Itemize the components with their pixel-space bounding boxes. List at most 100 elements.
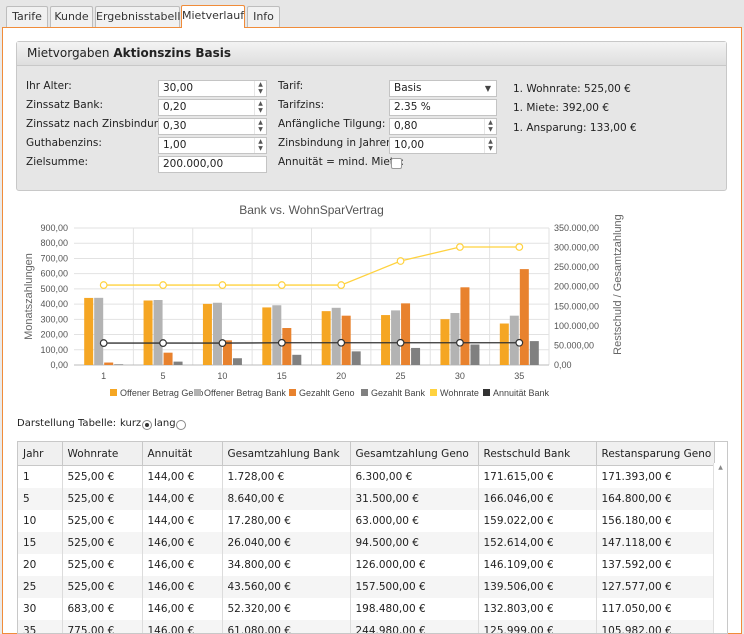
table-scrollbar[interactable]: ▲ (713, 463, 727, 633)
table-cell: 94.500,00 € (350, 532, 479, 554)
table-cell: 125.999,00 € (478, 620, 597, 633)
bar-offener-betrag-geno (499, 323, 509, 365)
table-cell: 144,00 € (142, 465, 223, 488)
y-left-tick-label: 700,00 (40, 253, 68, 263)
alter-stepper[interactable]: ▲ ▼ (254, 81, 266, 96)
zinssatz-bank-field[interactable]: 0,20 ▲ ▼ (158, 99, 267, 116)
table-row: 5 525,00 €144,00 €8.640,00 €31.500,00 €16… (18, 488, 715, 510)
table-cell: 146.109,00 € (478, 554, 597, 576)
table-cell: 156.180,00 € (596, 510, 715, 532)
point-wohnrate (99, 281, 108, 289)
table-cell: 17.280,00 € (222, 510, 351, 532)
header-restschuld-bank[interactable]: Restschuld Bank (478, 442, 597, 466)
bar-gezahlt-bank (114, 364, 124, 365)
bar-offener-betrag-geno (440, 319, 450, 365)
bar-gezahlt-geno (519, 269, 529, 365)
bar-offener-betrag-geno (381, 315, 391, 365)
tarifzins-field[interactable]: 2.35 % (389, 99, 497, 116)
table-cell: 126.000,00 € (350, 554, 479, 576)
tab-kunde[interactable]: Kunde (50, 6, 93, 27)
table-row: 20 525,00 €146,00 €34.800,00 €126.000,00 … (18, 554, 715, 576)
miete-info: 1. Miete: 392,00 € (513, 102, 610, 114)
tilgung-stepper[interactable]: ▲ ▼ (484, 119, 496, 134)
table-cell: 132.803,00 € (478, 598, 597, 620)
tab-bar: Tarife Kunde Ergebnisstabelle Mietverlau… (0, 0, 744, 28)
zinssatz-bank-stepper[interactable]: ▲ ▼ (254, 100, 266, 115)
option-lang-label: lang (154, 418, 176, 429)
table-cell: 6.300,00 € (350, 465, 479, 488)
y-left-tick-label: 0,00 (50, 360, 68, 370)
legend-label: Offener Betrag Geno (120, 388, 203, 398)
bar-offener-betrag-bank (94, 297, 104, 365)
zinssatz-nach-stepper[interactable]: ▲ ▼ (254, 119, 266, 134)
radio-kurz[interactable] (142, 420, 152, 430)
legend-label: Annuität Bank (493, 388, 550, 398)
x-tick-label: 35 (514, 371, 524, 381)
table-cell: 8.640,00 € (222, 488, 351, 510)
bar-offener-betrag-bank (153, 300, 163, 365)
legend-swatch (194, 389, 201, 396)
tab-mietverlauf[interactable]: Mietverlauf (181, 5, 245, 28)
table-cell: 25 (18, 576, 63, 598)
legend-label: Wohnrate (440, 388, 479, 398)
y-left-tick-label: 800,00 (40, 238, 68, 248)
header-wohnrate[interactable]: Wohnrate (62, 442, 143, 466)
tab-info[interactable]: Info (247, 6, 280, 27)
alter-value: 30,00 (163, 82, 194, 94)
table-cell: 525,00 € (62, 554, 143, 576)
table-cell: 1.728,00 € (222, 465, 351, 488)
tilgung-value: 0,80 (394, 120, 418, 132)
x-tick-label: 1 (101, 371, 106, 381)
table-row: 30 683,00 €146,00 €52.320,00 €198.480,00 … (18, 598, 715, 620)
table-cell: 525,00 € (62, 576, 143, 598)
zinssatz-nach-field[interactable]: 0,30 ▲ ▼ (158, 118, 267, 135)
scroll-up-icon[interactable]: ▲ (714, 463, 727, 473)
bar-offener-betrag-geno (321, 311, 331, 365)
header-gesamtzahlung-geno[interactable]: Gesamtzahlung Geno (350, 442, 479, 466)
annuitaet-checkbox[interactable] (391, 158, 402, 169)
y-left-tick-label: 400,00 (40, 299, 68, 309)
table-cell: 157.500,00 € (350, 576, 479, 598)
guthabenzins-stepper[interactable]: ▲ ▼ (254, 138, 266, 153)
table-cell: 166.046,00 € (478, 488, 597, 510)
header-gesamtzahlung-bank[interactable]: Gesamtzahlung Bank (222, 442, 351, 466)
tarif-select[interactable]: Basis ▼ (389, 80, 497, 97)
zielsumme-label: Zielsumme: (26, 156, 89, 168)
table-cell: 147.118,00 € (596, 532, 715, 554)
guthabenzins-value: 1,00 (163, 139, 187, 151)
form-title-prefix: Mietvorgaben (27, 46, 114, 60)
y-right-tick-label: 0,00 (554, 360, 572, 370)
x-tick-label: 20 (336, 371, 346, 381)
table-cell: 775,00 € (62, 620, 143, 633)
header-restansparung-geno[interactable]: Restansparung Geno (596, 442, 715, 466)
mietvorgaben-form: Mietvorgaben Aktionszins Basis Ihr Alter… (16, 41, 727, 191)
y-left-tick-label: 900,00 (40, 223, 68, 233)
bar-offener-betrag-bank (331, 307, 341, 365)
zinsbindung-stepper[interactable]: ▲ ▼ (484, 138, 496, 153)
table-cell: 146,00 € (142, 598, 223, 620)
header-jahr[interactable]: Jahr (18, 442, 63, 466)
table-cell: 146,00 € (142, 620, 223, 633)
guthabenzins-field[interactable]: 1,00 ▲ ▼ (158, 137, 267, 154)
table-cell: 146,00 € (142, 576, 223, 598)
zielsumme-field[interactable]: 200.000,00 (158, 156, 267, 173)
zinsbindung-field[interactable]: 10,00 ▲ ▼ (389, 137, 497, 154)
header-annuitaet[interactable]: Annuität (142, 442, 223, 466)
alter-field[interactable]: 30,00 ▲ ▼ (158, 80, 267, 97)
tab-tarife[interactable]: Tarife (6, 6, 48, 27)
form-title: Mietvorgaben Aktionszins Basis (17, 42, 726, 66)
tilgung-field[interactable]: 0,80 ▲ ▼ (389, 118, 497, 135)
table-cell: 31.500,00 € (350, 488, 479, 510)
y-right-tick-label: 100.000,00 (554, 321, 599, 331)
y-right-axis-title: Restschuld / Gesamtzahlung (612, 214, 624, 355)
radio-lang[interactable] (176, 420, 186, 430)
zinssatz-nach-value: 0,30 (163, 120, 187, 132)
y-left-tick-label: 600,00 (40, 269, 68, 279)
bar-gezahlt-geno (460, 287, 470, 365)
table-cell: 171.615,00 € (478, 465, 597, 488)
table-cell: 35 (18, 620, 63, 633)
tilgung-label: Anfängliche Tilgung: (278, 118, 386, 130)
table-cell: 1 (18, 465, 63, 488)
tab-ergebnisstabelle[interactable]: Ergebnisstabelle (95, 6, 187, 27)
bar-offener-betrag-geno (84, 297, 94, 365)
